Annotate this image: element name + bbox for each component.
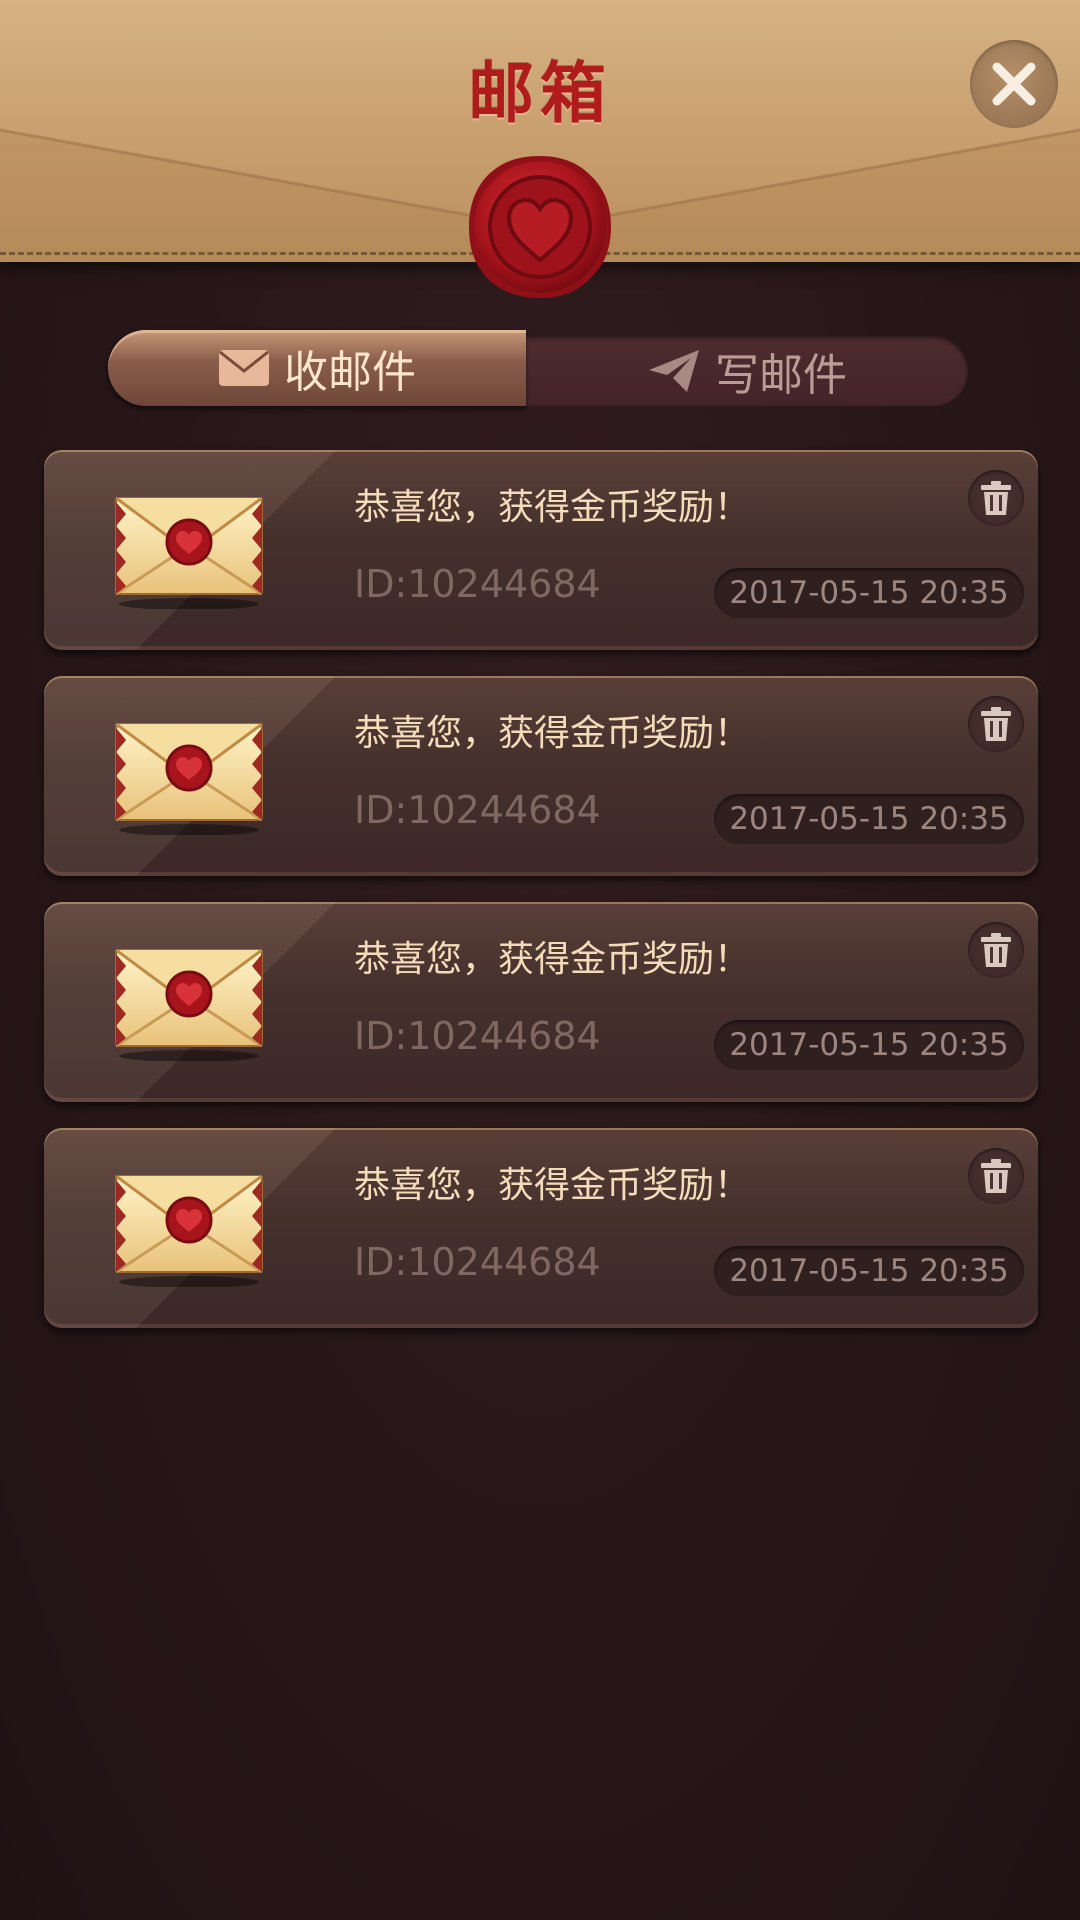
mail-sender-id: ID:10244684 [354, 788, 601, 832]
tab-compose[interactable]: 写邮件 [526, 336, 968, 406]
mail-item[interactable]: 恭喜您，获得金币奖励！ ID:10244684 2017-05-15 20:35 [44, 902, 1038, 1102]
sealed-envelope-icon [115, 496, 263, 609]
mail-date: 2017-05-15 20:35 [714, 794, 1024, 844]
mail-date: 2017-05-15 20:35 [714, 1020, 1024, 1070]
tab-inbox[interactable]: 收邮件 [108, 330, 526, 406]
tab-compose-label: 写邮件 [715, 350, 847, 401]
delete-button[interactable] [968, 470, 1024, 526]
mailbox-header: 邮箱 [0, 0, 1080, 298]
trash-icon [981, 481, 1011, 515]
mail-title: 恭喜您，获得金币奖励！ [354, 713, 751, 754]
paper-plane-icon [649, 350, 699, 392]
close-icon [992, 62, 1036, 106]
delete-button[interactable] [968, 1148, 1024, 1204]
mail-sender-id: ID:10244684 [354, 1014, 601, 1058]
mail-date: 2017-05-15 20:35 [714, 568, 1024, 618]
sealed-envelope-icon [115, 722, 263, 835]
delete-button[interactable] [968, 696, 1024, 752]
mail-sender-id: ID:10244684 [354, 562, 601, 606]
delete-button[interactable] [968, 922, 1024, 978]
mail-tabs: 收邮件 写邮件 [108, 330, 968, 410]
heart-wax-seal-icon [469, 156, 611, 298]
trash-icon [981, 933, 1011, 967]
mail-title: 恭喜您，获得金币奖励！ [354, 1165, 751, 1206]
trash-icon [981, 707, 1011, 741]
sealed-envelope-icon [115, 948, 263, 1061]
close-button[interactable] [970, 40, 1058, 128]
mailbox-screen: 邮箱 收邮件 写邮件 恭喜您，获得金币奖励！ ID:10244684 2017-… [0, 0, 1080, 1920]
mail-item[interactable]: 恭喜您，获得金币奖励！ ID:10244684 2017-05-15 20:35 [44, 450, 1038, 650]
mail-sender-id: ID:10244684 [354, 1240, 601, 1284]
mail-title: 恭喜您，获得金币奖励！ [354, 487, 751, 528]
page-title: 邮箱 [468, 55, 612, 132]
mail-title: 恭喜您，获得金币奖励！ [354, 939, 751, 980]
tab-inbox-label: 收邮件 [284, 347, 416, 398]
sealed-envelope-icon [115, 1174, 263, 1287]
trash-icon [981, 1159, 1011, 1193]
mail-item[interactable]: 恭喜您，获得金币奖励！ ID:10244684 2017-05-15 20:35 [44, 1128, 1038, 1328]
envelope-icon [219, 350, 269, 386]
mail-date: 2017-05-15 20:35 [714, 1246, 1024, 1296]
mail-item[interactable]: 恭喜您，获得金币奖励！ ID:10244684 2017-05-15 20:35 [44, 676, 1038, 876]
